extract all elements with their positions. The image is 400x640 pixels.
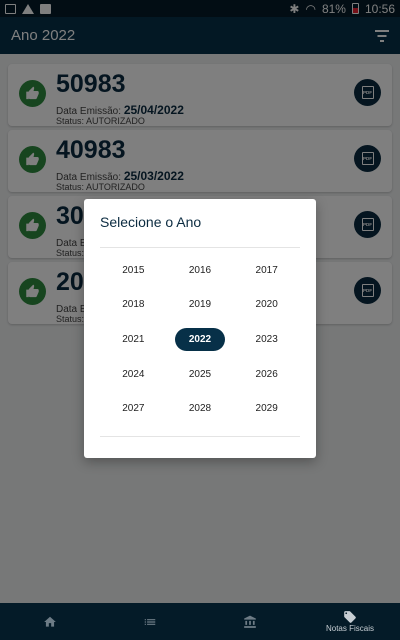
- year-option[interactable]: 2028: [167, 391, 234, 426]
- year-option[interactable]: 2027: [100, 391, 167, 426]
- year-label: 2027: [122, 403, 145, 415]
- year-option[interactable]: 2016: [167, 253, 234, 288]
- year-picker-dialog: Selecione o Ano 2015 2016 2017 2018 2019 2020…: [84, 199, 316, 458]
- year-option[interactable]: 2015: [100, 253, 167, 288]
- year-option[interactable]: 2022: [167, 322, 234, 357]
- year-label: 2025: [188, 368, 212, 380]
- money-icon: [244, 615, 256, 628]
- home-icon: [44, 616, 56, 627]
- year-label: 2029: [255, 403, 278, 415]
- year-label: 2023: [255, 333, 278, 345]
- year-grid: 2015 2016 2017 2018 2019 2020 2021 2022 2023 2024…: [100, 253, 300, 426]
- year-label: 2018: [122, 299, 145, 311]
- nav-item-money[interactable]: [200, 603, 300, 640]
- nav-item-label: Notas Fiscais: [325, 624, 374, 633]
- year-option[interactable]: 2024: [100, 357, 167, 392]
- tag-icon: [344, 611, 356, 623]
- year-option[interactable]: 2019: [167, 288, 234, 323]
- year-option[interactable]: 2018: [100, 288, 167, 323]
- nav-item-home[interactable]: [0, 603, 100, 640]
- nav-item-list[interactable]: [100, 603, 200, 640]
- year-option[interactable]: 2023: [233, 322, 300, 357]
- year-label: 2028: [188, 403, 212, 415]
- year-label: 2016: [188, 264, 212, 276]
- year-label: 2026: [255, 368, 278, 380]
- year-label: 2015: [122, 264, 145, 276]
- year-label: 2024: [122, 368, 145, 380]
- dialog-title: Selecione o Ano: [100, 214, 202, 230]
- year-label: 2019: [188, 299, 212, 311]
- bottom-nav: Notas Fiscais: [0, 603, 400, 640]
- year-option[interactable]: 2020: [233, 288, 300, 323]
- year-option[interactable]: 2021: [100, 322, 167, 357]
- year-option[interactable]: 2025: [167, 357, 234, 392]
- divider: [100, 436, 300, 437]
- year-label: 2022: [174, 327, 226, 351]
- year-label: 2021: [122, 333, 145, 345]
- list-icon: [144, 618, 156, 625]
- divider: [100, 247, 300, 248]
- year-option[interactable]: 2026: [233, 357, 300, 392]
- year-label: 2017: [255, 264, 278, 276]
- nav-item-notas-fiscais[interactable]: Notas Fiscais: [300, 603, 400, 640]
- year-option[interactable]: 2017: [233, 253, 300, 288]
- year-label: 2020: [255, 299, 278, 311]
- year-option[interactable]: 2029: [233, 391, 300, 426]
